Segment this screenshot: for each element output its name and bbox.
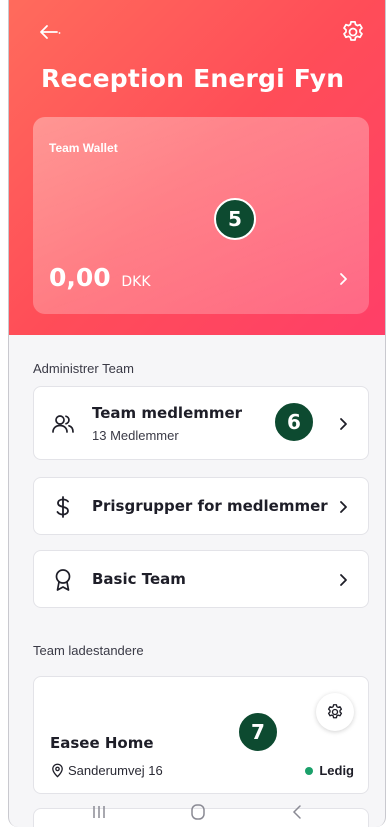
step-badge-charger: 7 — [237, 711, 279, 753]
dollar-icon — [50, 494, 76, 520]
charger-card[interactable]: Easee Home Sanderumvej 16 Ledig — [33, 676, 369, 794]
wallet-currency: DKK — [121, 274, 151, 290]
team-wallet-card[interactable]: Team Wallet 0,00 DKK — [33, 117, 369, 314]
basic-team-label: Basic Team — [92, 570, 186, 588]
back-nav-button[interactable] — [285, 802, 309, 822]
step-badge-wallet: 5 — [214, 198, 256, 240]
chevron-right-icon — [333, 269, 353, 289]
charger-status-text: Ledig — [319, 763, 354, 778]
location-pin-icon — [52, 763, 63, 778]
users-icon — [50, 411, 76, 437]
charger-settings-button[interactable] — [316, 693, 354, 731]
charger-name: Easee Home — [50, 734, 154, 752]
page-title: Reception Energi Fyn — [41, 64, 345, 93]
wallet-amount-value: 0,00 — [49, 263, 111, 292]
chevron-right-icon — [334, 571, 352, 589]
gear-icon — [327, 704, 343, 719]
step-badge-members: 6 — [273, 401, 315, 443]
charger-address-text: Sanderumvej 16 — [68, 763, 163, 778]
back-button[interactable] — [35, 18, 63, 46]
charger-status: Ledig — [305, 763, 354, 778]
recent-apps-button[interactable] — [87, 802, 111, 822]
manage-team-heading: Administrer Team — [33, 361, 134, 376]
team-header: Reception Energi Fyn Team Wallet 0,00 DK… — [9, 0, 385, 335]
team-chargers-heading: Team ladestandere — [33, 643, 144, 658]
recent-apps-icon — [92, 805, 105, 818]
price-groups-label: Prisgrupper for medlemmer — [92, 497, 328, 515]
arrow-left-icon — [40, 25, 61, 39]
home-icon — [191, 803, 205, 820]
wallet-label: Team Wallet — [49, 141, 118, 155]
settings-button[interactable] — [339, 18, 367, 46]
home-button[interactable] — [186, 802, 210, 822]
status-dot — [305, 766, 314, 775]
chevron-right-icon — [334, 415, 352, 433]
badge-ribbon-icon — [50, 567, 76, 593]
team-members-label: Team medlemmer — [92, 404, 243, 422]
gear-icon — [343, 20, 363, 41]
system-navigation-bar — [9, 796, 385, 827]
wallet-balance: 0,00 DKK — [49, 263, 151, 292]
charger-address: Sanderumvej 16 — [50, 763, 163, 778]
basic-team-item[interactable]: Basic Team — [33, 550, 369, 608]
chevron-right-icon — [334, 498, 352, 516]
phone-screen: Reception Energi Fyn Team Wallet 0,00 DK… — [8, 0, 386, 827]
team-members-item[interactable]: Team medlemmer 13 Medlemmer — [33, 386, 369, 460]
price-groups-item[interactable]: Prisgrupper for medlemmer — [33, 477, 369, 535]
member-count: 13 Medlemmer — [92, 428, 179, 443]
chevron-left-icon — [293, 804, 302, 819]
